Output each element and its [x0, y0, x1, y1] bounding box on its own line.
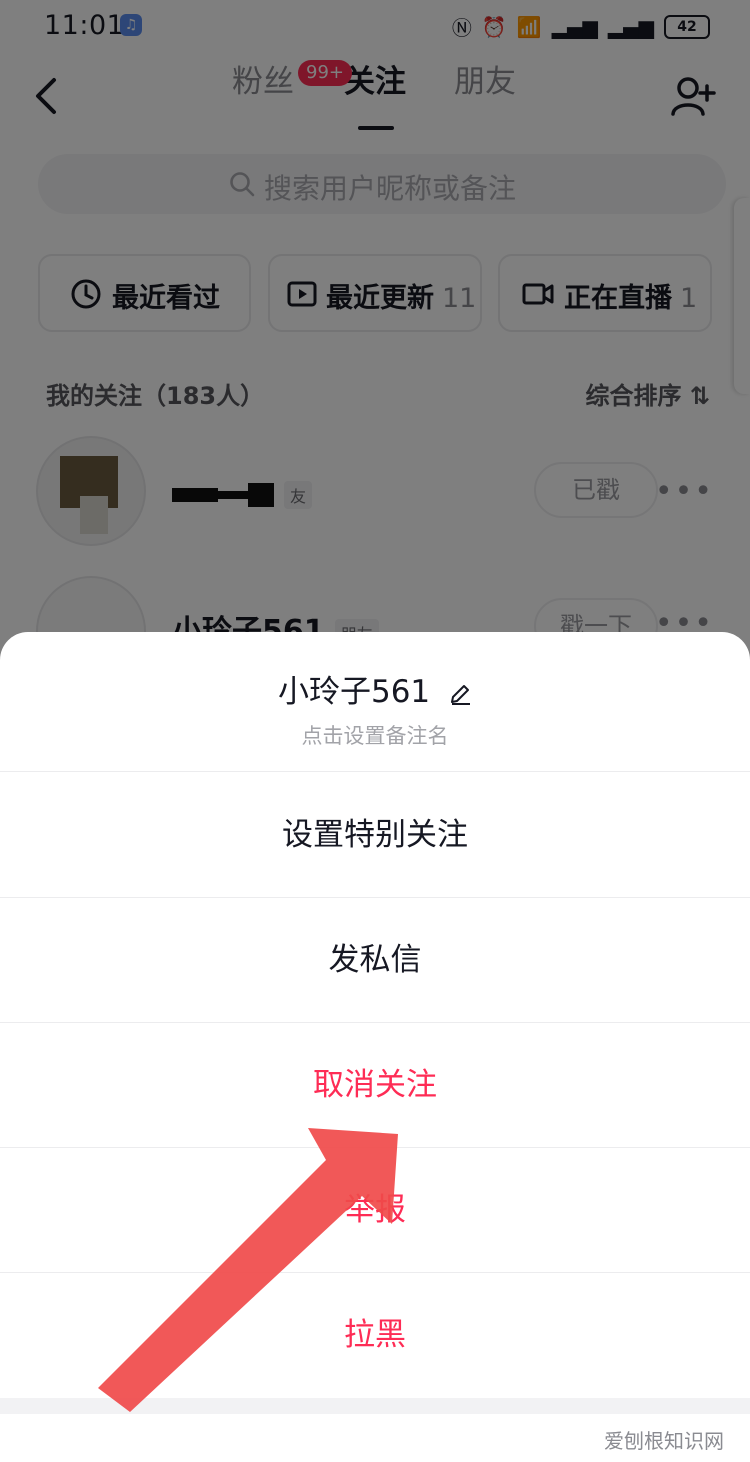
sheet-header[interactable]: 小玲子561 点击设置备注名	[0, 632, 750, 772]
sheet-divider	[0, 1398, 750, 1414]
unfollow-button[interactable]: 取消关注	[0, 1023, 750, 1148]
send-message-button[interactable]: 发私信	[0, 898, 750, 1023]
edit-pencil-icon[interactable]	[448, 682, 472, 706]
set-remark-hint[interactable]: 点击设置备注名	[0, 720, 750, 750]
set-special-follow-button[interactable]: 设置特别关注	[0, 773, 750, 898]
report-button[interactable]: 举报	[0, 1148, 750, 1273]
sheet-user-name[interactable]: 小玲子561	[0, 666, 750, 711]
action-sheet: 小玲子561 点击设置备注名 设置特别关注 发私信 取消关注 举报 拉黑	[0, 632, 750, 1462]
block-button[interactable]: 拉黑	[0, 1273, 750, 1398]
watermark: 爱刨根知识网	[604, 1429, 724, 1453]
